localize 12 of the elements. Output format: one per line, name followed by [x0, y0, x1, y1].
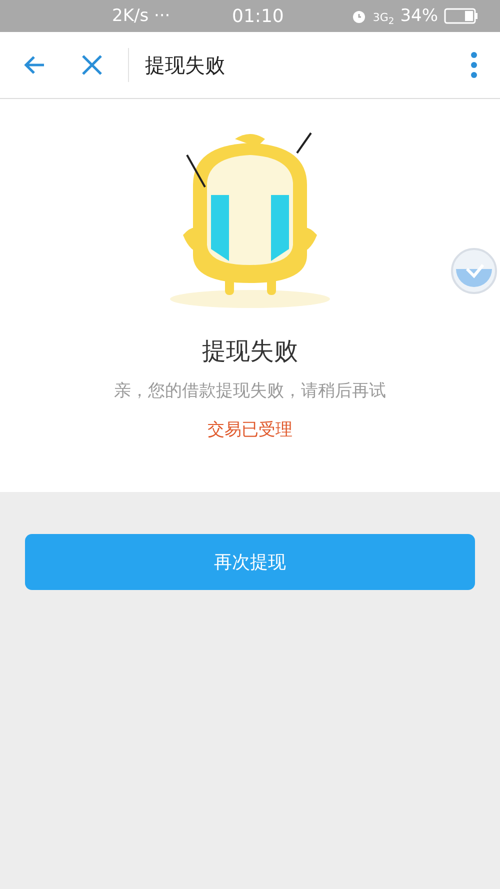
floating-badge-icon[interactable] [450, 247, 498, 295]
retry-withdraw-button[interactable]: 再次提现 [25, 534, 475, 590]
network-speed: 2K/s ··· [112, 6, 172, 26]
battery-level: 34% [400, 6, 438, 26]
result-title: 提现失败 [202, 336, 298, 367]
battery-icon [444, 8, 478, 24]
network-type: 3G$_{2}$ [372, 10, 394, 28]
transaction-status: 交易已受理 [208, 419, 292, 441]
page-title: 提现失败 [145, 52, 226, 78]
clock: 01:10 [232, 6, 285, 26]
alarm-icon [350, 8, 367, 24]
result-message: 亲，您的借款提现失败，请稍后再试 [114, 380, 386, 402]
